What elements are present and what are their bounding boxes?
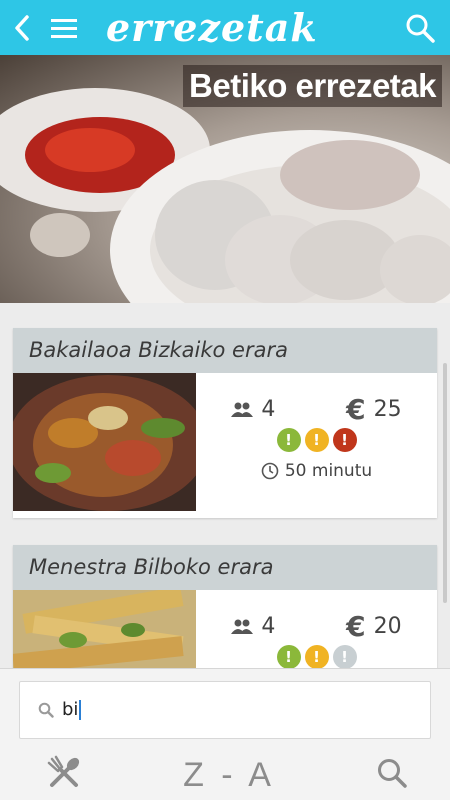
price-value: 20	[373, 614, 402, 639]
difficulty-dot: !	[304, 645, 329, 668]
search-icon	[377, 759, 407, 788]
search-input[interactable]: bi	[19, 681, 431, 739]
difficulty-dot: !	[276, 428, 301, 452]
people-icon	[231, 619, 254, 634]
back-arrow-icon	[15, 14, 29, 41]
difficulty-indicators: ! ! !	[196, 645, 437, 668]
bottom-search-button[interactable]	[376, 757, 408, 793]
difficulty-dot: !	[304, 428, 329, 452]
price-value: 25	[373, 397, 402, 422]
hero-banner[interactable]: Betiko errezetak	[0, 55, 450, 303]
bottom-panel: bi Z - A	[0, 668, 450, 800]
cutlery-icon	[47, 755, 80, 787]
menu-button[interactable]	[44, 0, 84, 55]
price: € 20	[346, 610, 401, 643]
recipe-thumbnail	[13, 590, 196, 668]
search-input-value: bi	[62, 700, 82, 720]
back-button[interactable]	[0, 0, 44, 55]
difficulty-dot: !	[276, 645, 301, 668]
difficulty-dot: !	[332, 645, 357, 668]
recipes-button[interactable]	[46, 755, 82, 795]
recipe-title: Bakailaoa Bizkaiko erara	[13, 328, 437, 373]
difficulty-dot: !	[332, 428, 357, 452]
time-value: 50 minutu	[284, 461, 373, 481]
recipe-card[interactable]: Bakailaoa Bizkaiko erara 4 € 25 ! ! ! 50…	[13, 328, 437, 518]
servings: 4	[231, 614, 275, 639]
price-symbol: €	[346, 393, 366, 426]
hero-title: Betiko errezetak	[183, 65, 442, 107]
app-logo: errezetak	[106, 5, 318, 50]
sort-z-a-button[interactable]: Z - A	[183, 756, 275, 795]
app-header: errezetak	[0, 0, 450, 55]
cooking-time: 50 minutu	[196, 461, 437, 481]
scrollbar[interactable]	[443, 363, 447, 603]
servings-count: 4	[261, 614, 276, 639]
difficulty-indicators: ! ! !	[196, 428, 437, 452]
recipe-list[interactable]: Bakailaoa Bizkaiko erara 4 € 25 ! ! ! 50…	[0, 303, 450, 668]
servings: 4	[231, 397, 275, 422]
recipe-thumbnail	[13, 373, 196, 511]
price: € 25	[346, 393, 401, 426]
recipe-title: Menestra Bilboko erara	[13, 545, 437, 590]
search-icon	[406, 14, 435, 43]
bottom-toolbar: Z - A	[0, 749, 450, 800]
servings-count: 4	[261, 397, 276, 422]
header-search-button[interactable]	[390, 0, 450, 55]
people-icon	[231, 402, 254, 417]
clock-icon	[261, 462, 279, 480]
hamburger-menu-icon	[51, 18, 77, 38]
recipe-card[interactable]: Menestra Bilboko erara 4 € 20 ! ! !	[13, 545, 437, 668]
price-symbol: €	[346, 610, 366, 643]
search-icon	[38, 702, 54, 718]
